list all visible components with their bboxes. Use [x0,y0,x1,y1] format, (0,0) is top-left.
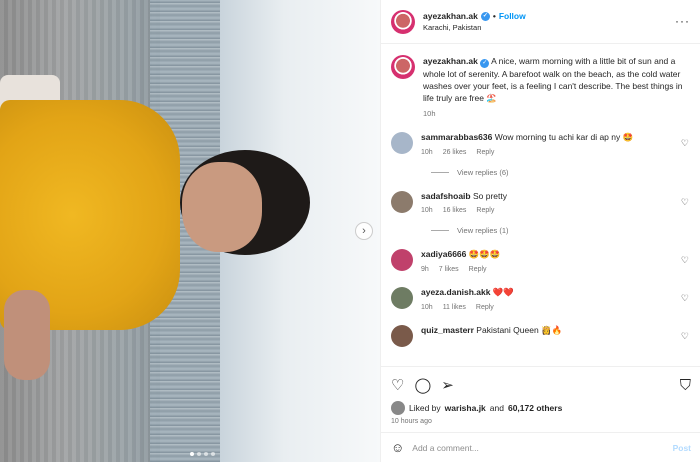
like-comment-heart-icon[interactable]: ♡ [681,331,689,342]
post-photo[interactable]: › [0,0,380,462]
photo-hand [4,290,50,380]
post-sidebar: ayezakhan.ak ✓ • Follow Karachi, Pakista… [380,0,700,462]
replies-line [431,172,449,173]
verified-badge-icon: ✓ [480,11,490,21]
caption-time: 10h [423,109,436,118]
comment-text: So pretty [472,191,508,201]
commenter-avatar[interactable] [391,249,413,271]
comment-item: sadafshoaib So pretty 10h 16 likes Reply… [391,191,689,214]
carousel-dot [190,452,194,456]
caption-username[interactable]: ayezakhan.ak [423,56,478,66]
commenter-avatar[interactable] [391,191,413,213]
comments-section[interactable]: ayezakhan.ak ✓ A nice, warm morning with… [381,45,700,365]
like-comment-heart-icon[interactable]: ♡ [681,138,689,149]
save-bookmark-icon[interactable]: ⛉ [680,377,691,394]
author-avatar[interactable] [391,9,415,34]
comment-likes[interactable]: 11 likes [443,304,466,311]
comment-username[interactable]: quiz_masterr [421,325,474,335]
post-age: 10 hours ago [391,418,432,425]
comment-likes[interactable]: 7 likes [439,266,459,273]
caption-avatar[interactable] [391,55,415,79]
liked-and-label: and [489,403,504,413]
comment-username[interactable]: ayeza.danish.akk [421,287,490,297]
comment-username[interactable]: sammarabbas636 [421,132,492,142]
commenter-avatar[interactable] [391,132,413,154]
comment-item: quiz_masterr Pakistani Queen 👸🔥 ♡ [391,325,689,347]
verified-badge-icon: ✓ [480,59,490,68]
photo-face [182,162,262,252]
liker-avatar[interactable] [391,401,405,415]
comment-time: 10h [421,149,433,156]
like-comment-heart-icon[interactable]: ♡ [681,255,689,266]
commenter-avatar[interactable] [391,325,413,347]
more-options-icon[interactable]: ··· [675,14,690,28]
view-replies-button[interactable]: View replies (1) [431,226,689,235]
comment-item: sammarabbas636 Wow morning tu achi kar d… [391,132,689,156]
comment-text: Pakistani Queen 👸🔥 [476,325,563,335]
liked-others[interactable]: 60,172 others [508,403,562,413]
post-caption: ayezakhan.ak ✓ A nice, warm morning with… [391,55,689,118]
liked-by-label: Liked by [409,403,441,413]
post-location[interactable]: Karachi, Pakistan [423,23,526,32]
comment-likes[interactable]: 16 likes [443,207,467,214]
add-comment-bar: ☺ Post [381,432,700,462]
carousel-dot [204,452,208,456]
share-send-icon[interactable]: ➢ [441,376,454,394]
comment-item: xadiya6666 🤩🤩🤩 9h 7 likes Reply ♡ [391,249,689,273]
emoji-picker-icon[interactable]: ☺ [391,440,404,455]
like-comment-heart-icon[interactable]: ♡ [681,293,689,304]
comment-text: 🤩🤩🤩 [468,249,501,259]
view-replies-label[interactable]: View replies (6) [457,168,509,177]
reply-button[interactable]: Reply [469,266,487,273]
comment-text: Wow morning tu achi kar di ap ny 🤩 [494,132,634,142]
comment-username[interactable]: xadiya6666 [421,249,466,259]
replies-line [431,230,449,231]
add-comment-input[interactable] [412,442,665,453]
instagram-post: › ayezakhan.ak ✓ • Follow Karachi, Pakis… [0,0,700,462]
liked-user[interactable]: warisha.jk [445,403,486,413]
author-username[interactable]: ayezakhan.ak [423,11,478,21]
reply-button[interactable]: Reply [476,149,494,156]
post-header: ayezakhan.ak ✓ • Follow Karachi, Pakista… [381,0,700,44]
reply-button[interactable]: Reply [476,207,494,214]
comment-time: 10h [421,304,433,311]
carousel-dot [197,452,201,456]
dot-separator: • [492,11,496,21]
carousel-dots [190,452,215,456]
carousel-dot [211,452,215,456]
post-comment-button[interactable]: Post [673,443,691,453]
next-photo-button[interactable]: › [355,222,373,240]
author-info: ayezakhan.ak ✓ • Follow Karachi, Pakista… [423,11,526,32]
likes-summary: Liked by warisha.jk and 60,172 others [391,401,691,415]
view-replies-button[interactable]: View replies (6) [431,168,689,177]
comment-item: ayeza.danish.akk ❤️❤️ 10h 11 likes Reply… [391,287,689,311]
comment-time: 10h [421,207,433,214]
comment-text: ❤️❤️ [492,287,515,297]
comment-time: 9h [421,266,429,273]
comment-username[interactable]: sadafshoaib [421,191,471,201]
like-comment-heart-icon[interactable]: ♡ [681,197,689,208]
view-replies-label[interactable]: View replies (1) [457,226,509,235]
comment-bubble-icon[interactable]: ◯ [414,376,431,394]
reply-button[interactable]: Reply [476,304,494,311]
like-heart-icon[interactable]: ♡ [391,376,404,394]
commenter-avatar[interactable] [391,287,413,309]
comment-likes[interactable]: 26 likes [443,149,467,156]
follow-button[interactable]: Follow [499,11,526,21]
